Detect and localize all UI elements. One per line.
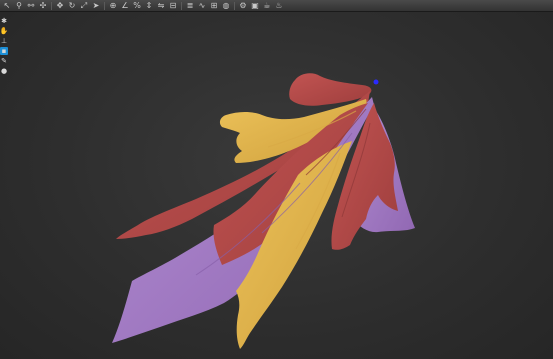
scale-icon: ⤢ (80, 0, 88, 10)
toolbar-separator (51, 1, 52, 10)
toolbar-separator (181, 1, 182, 10)
scale-button[interactable]: ⤢ (79, 1, 89, 11)
render-setup-icon: ⚙ (239, 0, 247, 10)
layer-button[interactable]: ≣ (185, 1, 195, 11)
material-editor-button[interactable]: ◍ (221, 1, 231, 11)
align-icon: ⊟ (169, 0, 177, 10)
render-button[interactable]: ☕ (262, 1, 272, 11)
unlink-icon: ⚯ (27, 0, 35, 10)
rotate-button[interactable]: ↻ (67, 1, 77, 11)
percent-snap-icon: % (133, 0, 141, 10)
snap-icon: ⊕ (109, 0, 117, 10)
select-arrow-button[interactable]: ↖ (2, 1, 12, 11)
application-window: ↖ ⚲ ⚯ ✣ ✥ ↻ ⤢ ➤ ⊕ ∠% ⇕ ⇋ ⊟ ≣ ∿ ⊞ ◍ ⚙ ▣ ☕ ♨ ✱ ✋ ⊥ ▪ ✎ ● (0, 0, 553, 359)
spinner-snap-button[interactable]: ⇕ (144, 1, 154, 11)
schematic-icon: ⊞ (210, 0, 218, 10)
teapot-icon: ♨ (275, 0, 283, 10)
unlink-button[interactable]: ⚯ (26, 1, 36, 11)
mirror-button[interactable]: ⇋ (156, 1, 166, 11)
curve-editor-icon: ∿ (198, 0, 206, 10)
schematic-button[interactable]: ⊞ (209, 1, 219, 11)
toolbar-separator (104, 1, 105, 10)
render-frame-icon: ▣ (251, 0, 259, 10)
percent-snap-button[interactable]: % (132, 1, 142, 11)
teapot-button[interactable]: ♨ (274, 1, 284, 11)
curve-editor-button[interactable]: ∿ (197, 1, 207, 11)
angle-snap-button[interactable]: ∠ (120, 1, 130, 11)
cursor-icon: ➤ (92, 0, 100, 10)
snap-button[interactable]: ⊕ (108, 1, 118, 11)
3d-viewport[interactable] (0, 13, 553, 359)
main-toolbar: ↖ ⚲ ⚯ ✣ ✥ ↻ ⤢ ➤ ⊕ ∠% ⇕ ⇋ ⊟ ≣ ∿ ⊞ ◍ ⚙ ▣ ☕ ♨ (0, 0, 553, 12)
angle-snap-icon: ∠ (121, 0, 129, 10)
mirror-icon: ⇋ (157, 0, 165, 10)
toolbar-separator (234, 1, 235, 10)
link-icon: ⚲ (16, 0, 22, 10)
cloth-simulation-render[interactable] (0, 13, 553, 359)
link-button[interactable]: ⚲ (14, 1, 24, 11)
render-setup-button[interactable]: ⚙ (238, 1, 248, 11)
pivot-handle[interactable] (373, 79, 379, 85)
bind-button[interactable]: ✣ (38, 1, 48, 11)
spinner-snap-icon: ⇕ (145, 0, 153, 10)
cursor-button[interactable]: ➤ (91, 1, 101, 11)
layer-icon: ≣ (186, 0, 194, 10)
select-arrow-icon: ↖ (3, 0, 11, 10)
bind-icon: ✣ (39, 0, 47, 10)
render-icon: ☕ (263, 0, 271, 10)
rotate-icon: ↻ (68, 0, 76, 10)
move-button[interactable]: ✥ (55, 1, 65, 11)
render-frame-button[interactable]: ▣ (250, 1, 260, 11)
move-icon: ✥ (56, 0, 64, 10)
material-editor-icon: ◍ (222, 0, 230, 10)
align-button[interactable]: ⊟ (168, 1, 178, 11)
